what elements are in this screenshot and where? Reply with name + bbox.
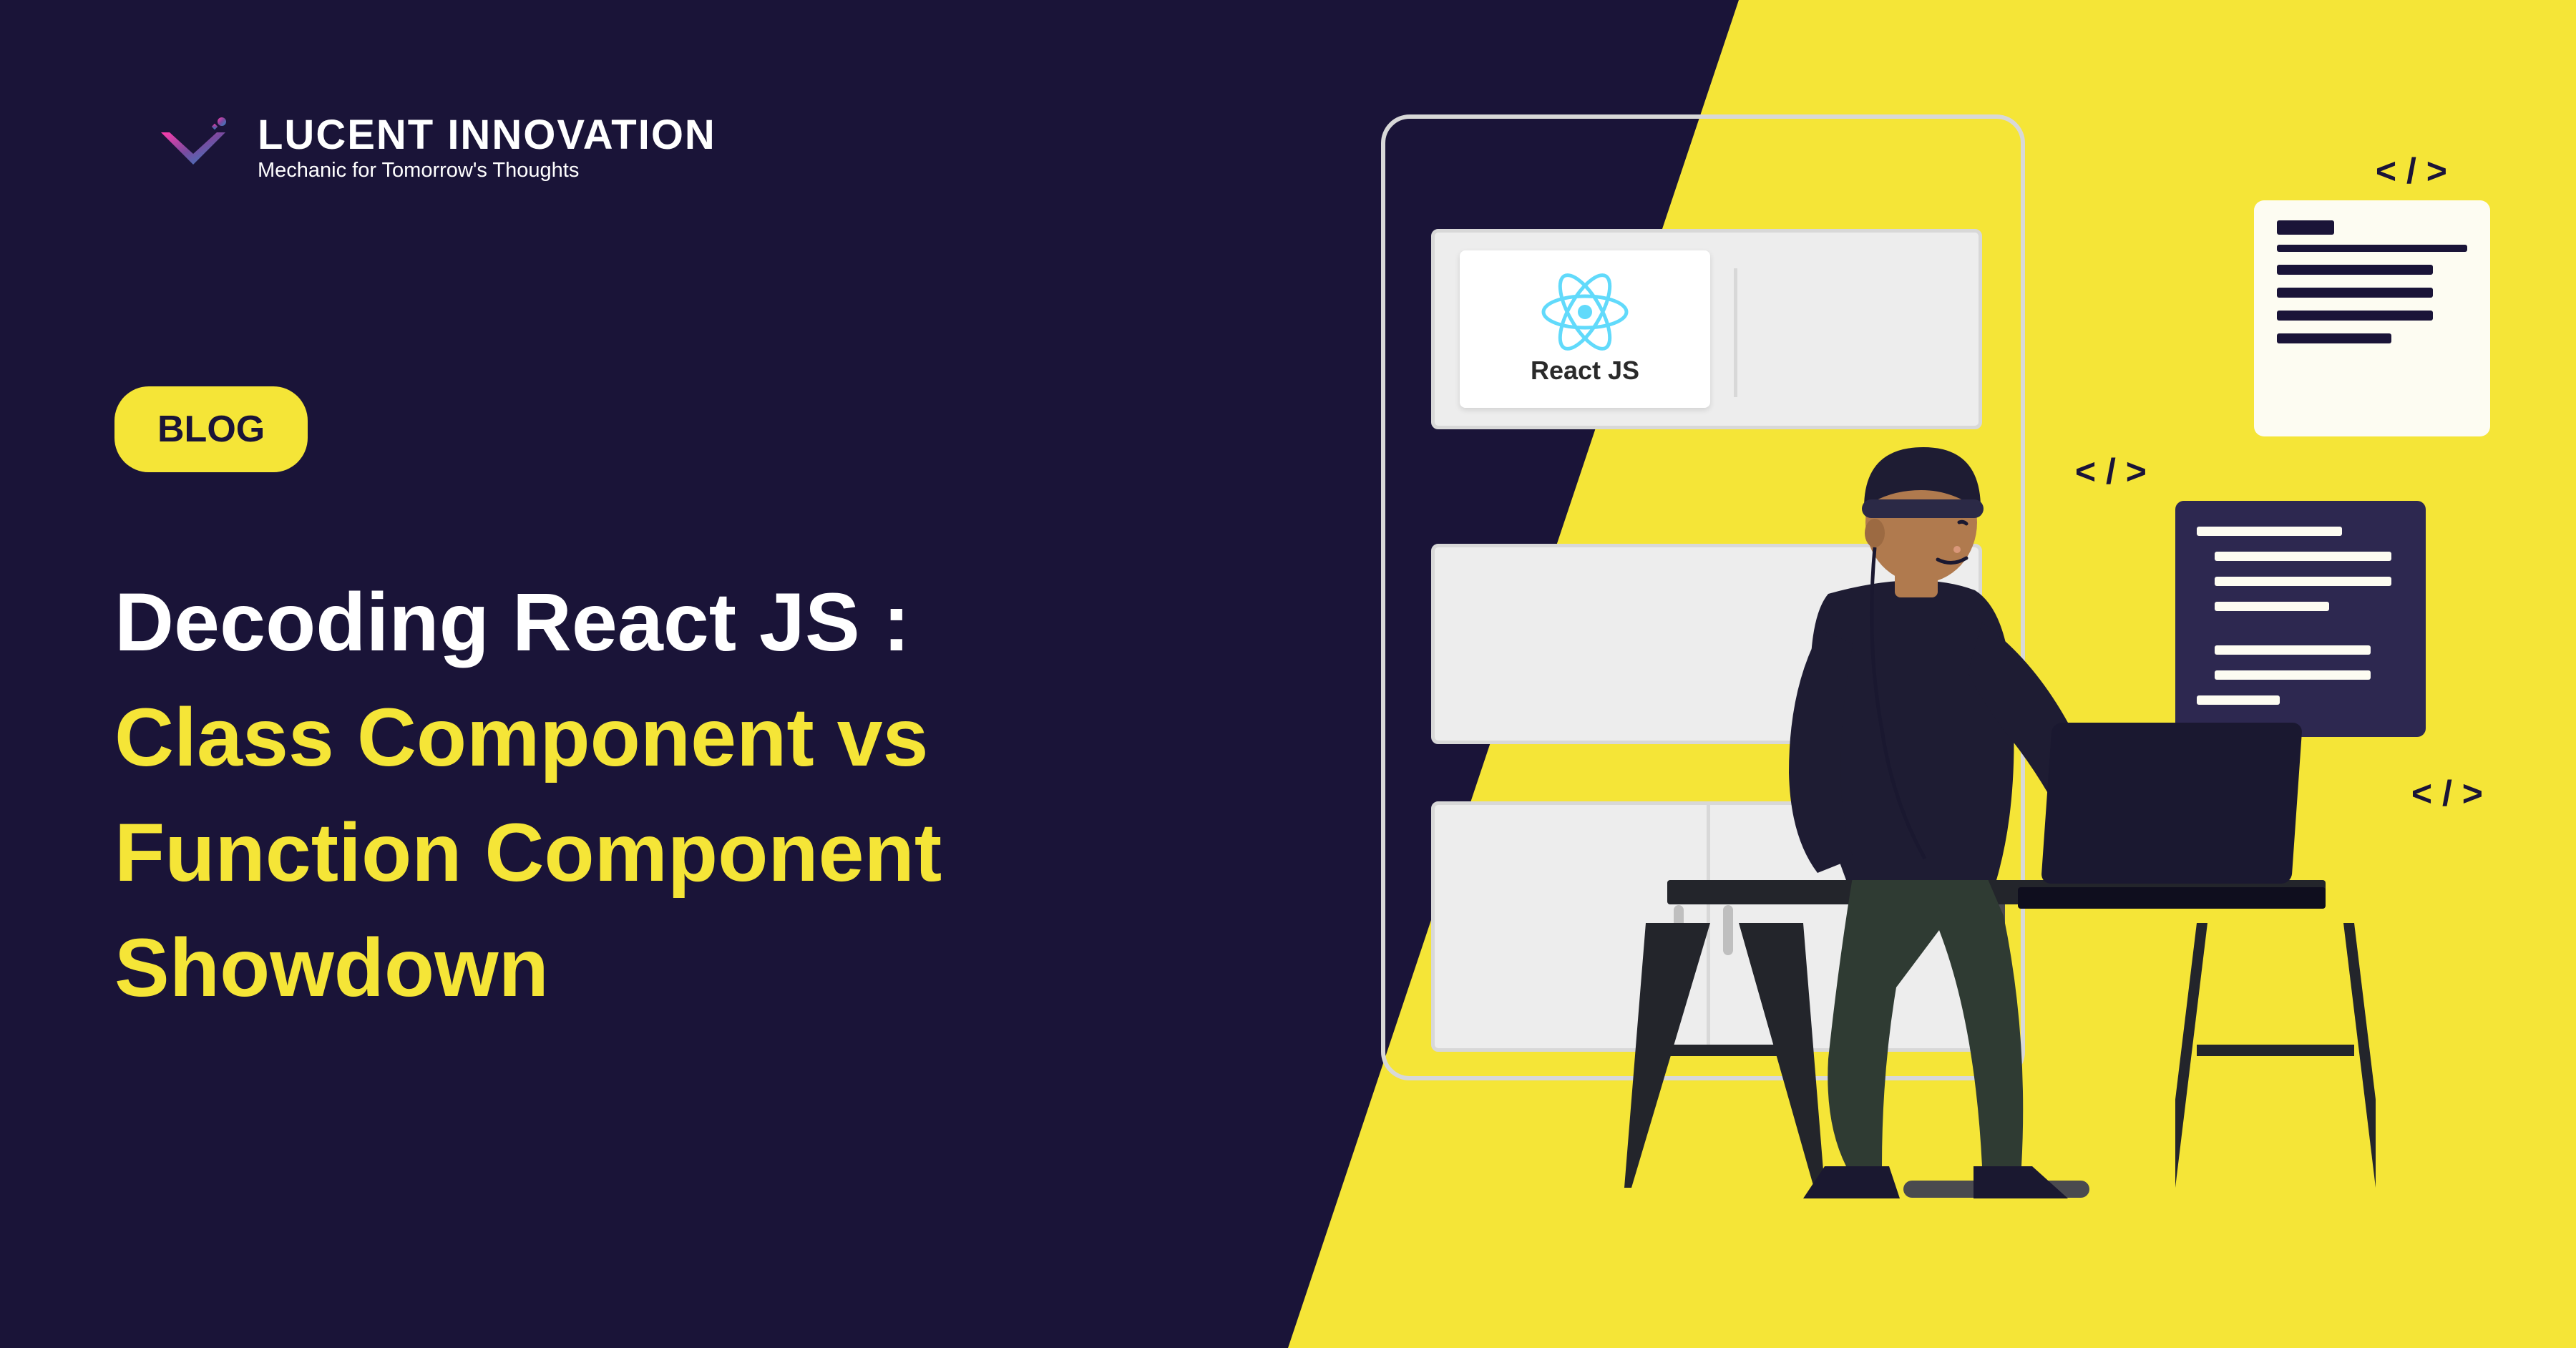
- heading-line-4: Showdown: [114, 911, 942, 1026]
- laptop-screen: [2041, 723, 2303, 884]
- page-title: Decoding React JS : Class Component vs F…: [114, 565, 942, 1026]
- paper-header-bar: [2277, 245, 2467, 252]
- paper-window-card: [2254, 200, 2490, 436]
- code-bracket-icon: < / >: [2376, 150, 2447, 192]
- code-bracket-icon: < / >: [2411, 773, 2483, 814]
- react-logo-icon: [1538, 273, 1631, 351]
- shelf-divider: [1734, 268, 1737, 397]
- react-card: React JS: [1460, 250, 1710, 408]
- paper-line: [2277, 333, 2391, 343]
- heading-line-2: Class Component vs: [114, 680, 942, 796]
- logo: LUCENT INNOVATION Mechanic for Tomorrow'…: [154, 111, 716, 182]
- heading-line-1: Decoding React JS :: [114, 565, 942, 680]
- blog-badge: BLOG: [114, 386, 308, 472]
- react-label: React JS: [1531, 356, 1639, 386]
- illustration-scene: React JS < / > < / > < / >: [1381, 86, 2490, 1266]
- logo-tagline: Mechanic for Tomorrow's Thoughts: [258, 159, 716, 182]
- heading-line-3: Function Component: [114, 796, 942, 911]
- developer-at-desk: [1696, 422, 2283, 1266]
- logo-title: LUCENT INNOVATION: [258, 111, 716, 159]
- logo-mark-icon: [154, 114, 233, 179]
- paper-line: [2277, 265, 2433, 275]
- laptop: [2018, 723, 2326, 909]
- paper-line: [2277, 311, 2433, 321]
- paper-tab: [2277, 220, 2334, 235]
- paper-line: [2277, 288, 2433, 298]
- stool-right: [2175, 923, 2376, 1195]
- laptop-base: [2018, 887, 2326, 909]
